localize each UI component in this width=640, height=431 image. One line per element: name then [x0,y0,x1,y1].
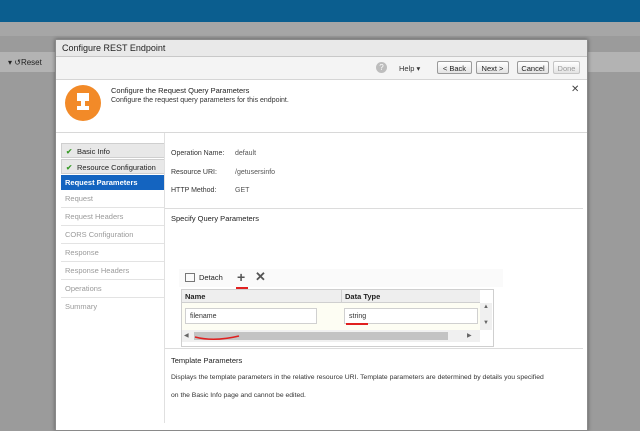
section-divider [165,348,583,349]
http-method-label: HTTP Method: [171,187,217,194]
scroll-up-icon[interactable]: ▲ [483,304,489,310]
back-button[interactable]: < Back [437,61,472,74]
rest-endpoint-icon [77,93,89,110]
cancel-button[interactable]: Cancel [517,61,549,74]
column-header-data-type[interactable]: Data Type [342,290,480,303]
checkmark-icon: ✔ [66,163,73,172]
section-divider [165,208,583,209]
dropdown-icon: ▾ [8,58,13,67]
dialog-title: Configure REST Endpoint [62,43,166,53]
detach-icon[interactable] [185,273,195,282]
scroll-down-icon[interactable]: ▼ [483,320,489,326]
resource-uri-value: /getusersinfo [235,169,276,176]
configure-rest-endpoint-dialog: Configure REST Endpoint ? Help ▾ < Back … [55,39,588,431]
annotation-scribble [194,335,240,340]
template-params-title: Template Parameters [171,356,243,365]
nav-item-operations: Operations [65,284,102,293]
done-button[interactable]: Done [553,61,580,74]
nav-item-cors-configuration: CORS Configuration [65,230,134,239]
scroll-left-icon[interactable]: ◀ [184,332,189,339]
nav-divider [61,225,165,226]
step-subtitle: Configure the request query parameters f… [111,97,289,104]
step-content: Operation Name: default Resource URI: /g… [164,133,583,423]
detach-button[interactable]: Detach [199,273,223,282]
help-icon[interactable]: ? [376,62,387,73]
nav-divider [61,207,165,208]
background-reset-button: ▾ ↺Reset [8,58,42,67]
annotation-underline [346,323,368,325]
operation-name-value: default [235,150,257,157]
nav-divider [61,261,165,262]
table-toolbar: Detach + ✕ [179,269,503,289]
scroll-right-icon[interactable]: ▶ [467,332,472,339]
nav-item-response-headers: Response Headers [65,266,130,275]
add-icon[interactable]: + [237,269,245,285]
nav-item-request: Request [65,194,93,203]
close-icon[interactable]: ✕ [571,84,579,95]
nav-divider [61,297,165,298]
nav-item-request-parameters[interactable]: Request Parameters [61,175,165,190]
wizard-toolbar: ? Help ▾ < Back Next > Cancel Done [56,57,587,80]
wizard-nav: ✔ Basic Info ✔ Resource Configuration Requ… [61,143,165,315]
nav-item-request-headers: Request Headers [65,212,124,221]
query-params-title: Specify Query Parameters [171,214,259,223]
nav-item-response: Response [65,248,99,257]
help-menu[interactable]: Help ▾ [399,64,420,73]
nav-item-resource-configuration[interactable]: ✔ Resource Configuration [61,159,165,174]
http-method-value: GET [235,187,250,194]
resource-uri-label: Resource URI: [171,169,217,176]
dialog-title-bar: Configure REST Endpoint [56,40,587,57]
chevron-down-icon: ▾ [416,64,421,73]
nav-divider [61,279,165,280]
step-title: Configure the Request Query Parameters [111,86,250,95]
name-input[interactable]: filename [185,308,317,324]
reset-icon: ↺ [14,58,21,67]
nav-item-basic-info[interactable]: ✔ Basic Info [61,143,165,158]
endpoint-wizard-icon [65,85,101,121]
nav-divider [61,243,165,244]
operation-name-label: Operation Name: [171,150,225,157]
vertical-scrollbar[interactable]: ▲ ▼ [480,303,492,330]
query-params-table: Name Data Type filename string ▲ ▼ ◀ ▶ [181,289,494,347]
column-header-name[interactable]: Name [182,290,342,303]
table-row[interactable]: filename string [182,303,480,330]
delete-icon[interactable]: ✕ [255,269,266,285]
data-type-input[interactable]: string [344,308,478,324]
horizontal-scrollbar[interactable]: ◀ ▶ [182,330,480,342]
app-top-bar [0,0,640,22]
template-params-description-line1: Displays the template parameters in the … [171,374,544,381]
template-params-description-line2: on the Basic Info page and cannot be edi… [171,392,306,399]
background-bar [0,22,640,36]
checkmark-icon: ✔ [66,147,73,156]
nav-item-summary: Summary [65,302,98,311]
next-button[interactable]: Next > [476,61,509,74]
